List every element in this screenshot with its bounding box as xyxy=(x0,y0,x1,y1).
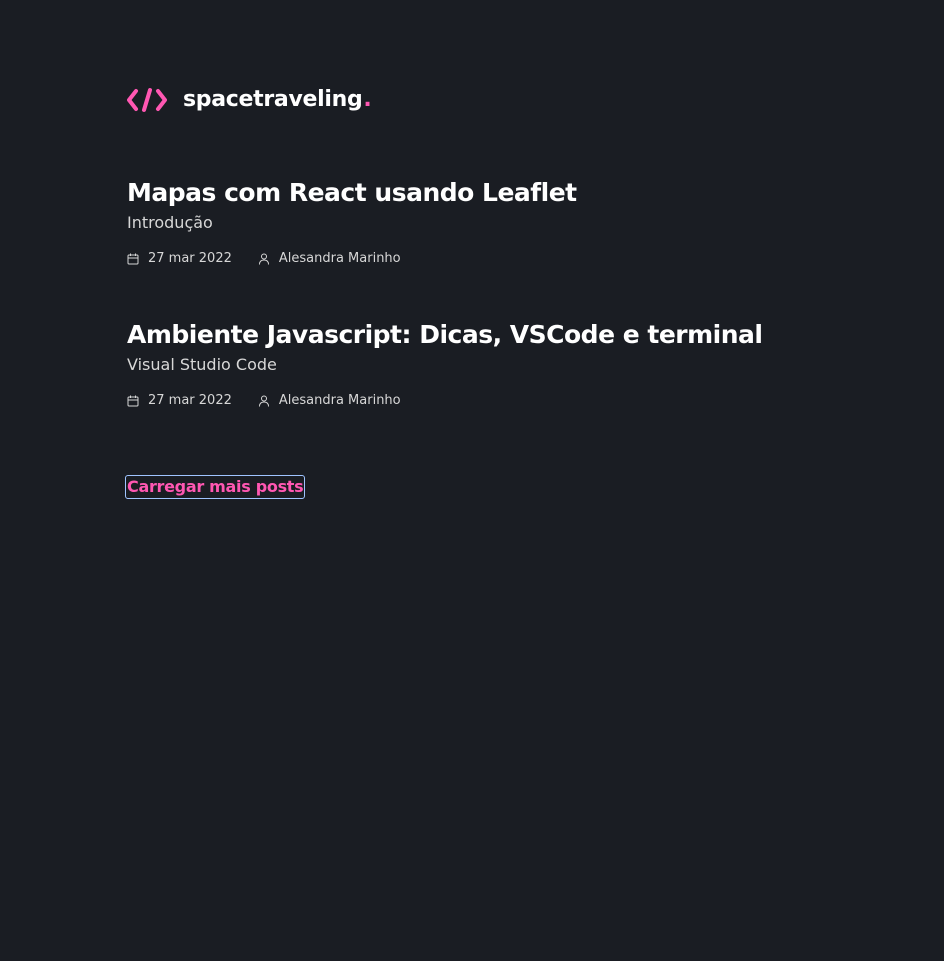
post-subtitle: Introdução xyxy=(127,213,213,232)
site-header: spacetraveling. xyxy=(127,86,372,114)
code-brackets-icon[interactable] xyxy=(127,87,167,113)
user-icon xyxy=(258,395,269,407)
load-more-button[interactable]: Carregar mais posts xyxy=(125,475,306,499)
post-subtitle: Visual Studio Code xyxy=(127,355,277,374)
post-item[interactable]: Mapas com React usando Leaflet Introduçã… xyxy=(127,177,827,268)
post-info: 27 mar 2022 Alesandra Marinho xyxy=(127,250,827,268)
post-info: 27 mar 2022 Alesandra Marinho xyxy=(127,392,827,410)
post-author: Alesandra Marinho xyxy=(258,392,401,410)
post-author: Alesandra Marinho xyxy=(258,250,401,268)
post-title[interactable]: Mapas com React usando Leaflet xyxy=(127,177,827,209)
brand-dot: . xyxy=(363,87,372,112)
user-icon xyxy=(258,253,269,265)
calendar-icon xyxy=(127,253,139,265)
post-date-text: 27 mar 2022 xyxy=(148,393,232,408)
post-title[interactable]: Ambiente Javascript: Dicas, VSCode e ter… xyxy=(127,319,827,351)
post-item[interactable]: Ambiente Javascript: Dicas, VSCode e ter… xyxy=(127,319,827,410)
post-date: 27 mar 2022 xyxy=(127,250,232,268)
post-date: 27 mar 2022 xyxy=(127,392,232,410)
calendar-icon xyxy=(127,395,139,407)
brand-name[interactable]: spacetraveling xyxy=(183,86,363,114)
post-author-text: Alesandra Marinho xyxy=(278,251,401,266)
post-author-text: Alesandra Marinho xyxy=(278,393,401,408)
post-date-text: 27 mar 2022 xyxy=(148,251,232,266)
